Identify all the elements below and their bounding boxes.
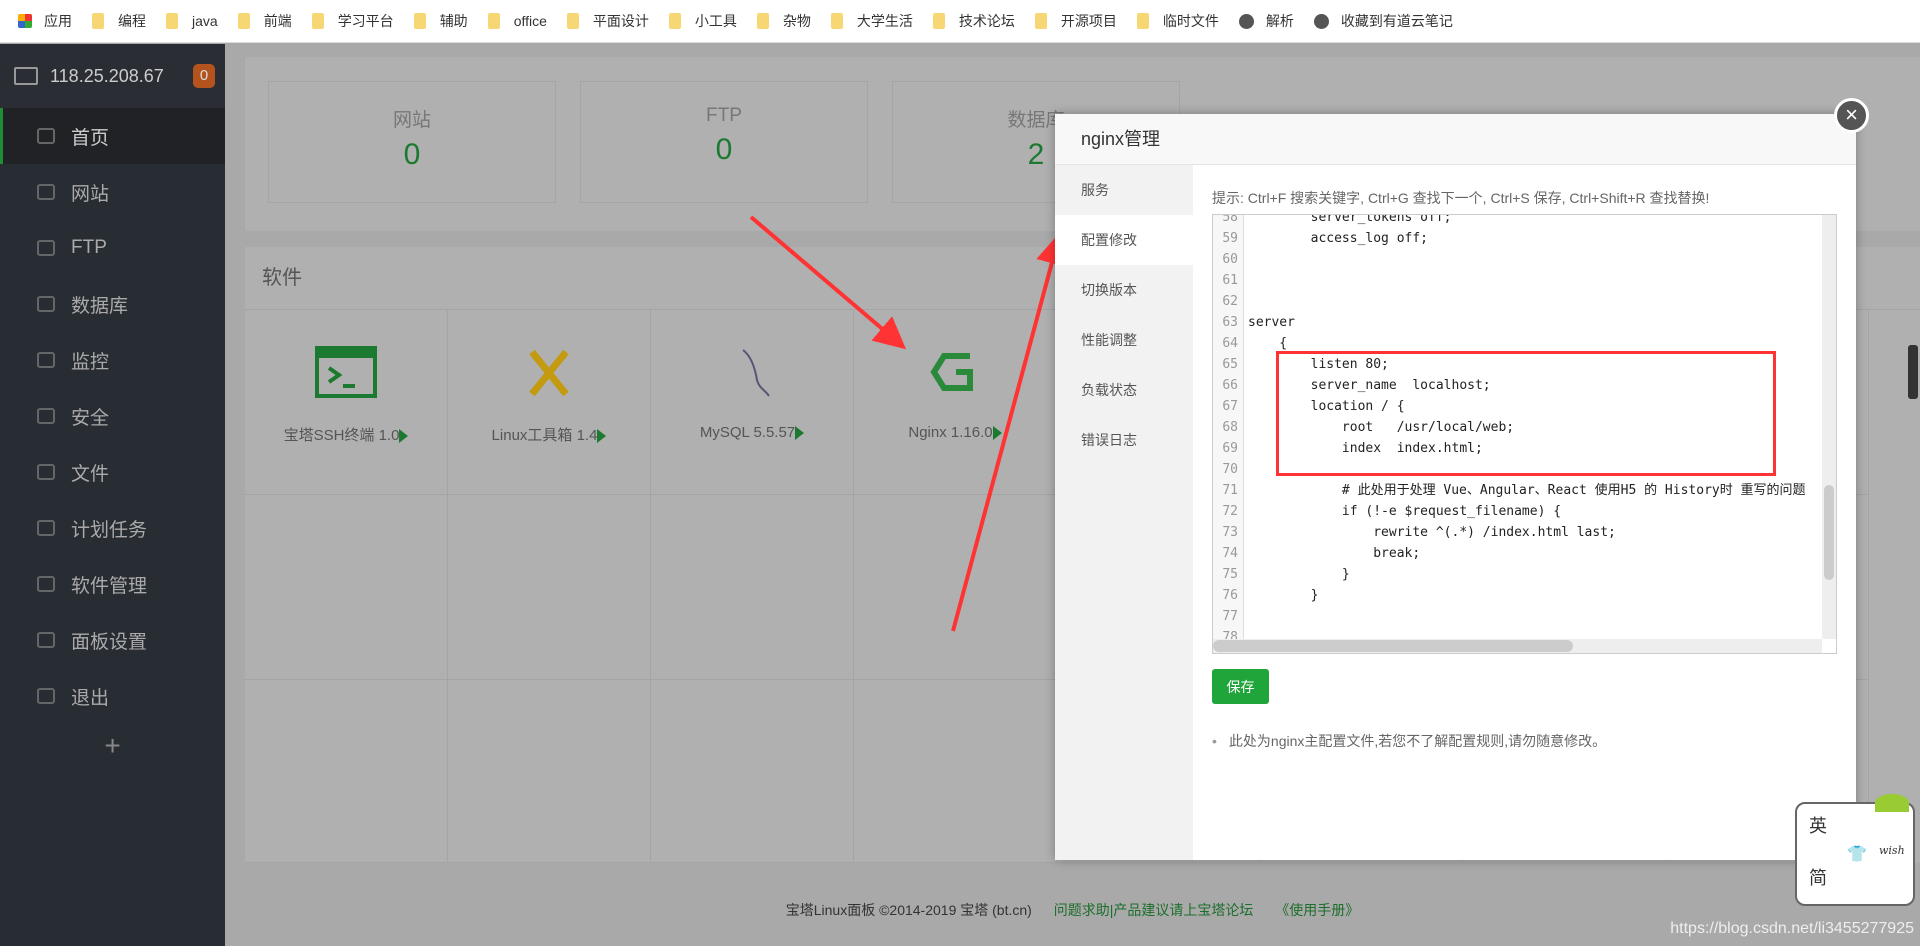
close-modal-button[interactable]: ×	[1834, 98, 1869, 133]
code-line: 77	[1213, 606, 1248, 627]
config-note: 此处为nginx主配置文件,若您不了解配置规则,请勿随意修改。	[1212, 731, 1606, 751]
code-line: 75 }	[1213, 564, 1350, 585]
line-number: 66	[1222, 378, 1238, 393]
code-line: 73 rewrite ^(.*) /index.html last;	[1213, 522, 1616, 543]
line-number: 67	[1222, 399, 1238, 414]
side-handle[interactable]	[1908, 345, 1918, 399]
line-text: access_log off;	[1248, 231, 1429, 246]
code-line: 72 if (!-e $request_filename) {	[1213, 501, 1561, 522]
line-text: {	[1248, 336, 1288, 351]
line-text: if (!-e $request_filename) {	[1248, 504, 1562, 519]
code-line: 74 break;	[1213, 543, 1420, 564]
modal-title: nginx管理	[1055, 114, 1856, 165]
vertical-scrollbar[interactable]	[1822, 215, 1836, 639]
line-number: 70	[1222, 462, 1238, 477]
modal-tab[interactable]: 配置修改	[1055, 215, 1193, 265]
code-line: 58 server_tokens off;	[1213, 214, 1452, 228]
code-line: 60	[1213, 249, 1248, 270]
code-line: 61	[1213, 270, 1248, 291]
line-text	[1242, 462, 1248, 477]
line-text: }	[1248, 588, 1319, 603]
line-text: server	[1248, 315, 1295, 330]
nginx-modal: nginx管理 服务 配置修改 切换版本 性能调整 负载状态 错误日志 提示: Ctrl+…	[1055, 114, 1856, 860]
code-line: 70	[1213, 459, 1248, 480]
line-number: 75	[1222, 567, 1238, 582]
line-text: rewrite ^(.*) /index.html last;	[1248, 525, 1616, 540]
line-text: server_tokens off;	[1248, 214, 1452, 225]
horizontal-scrollbar[interactable]	[1213, 639, 1822, 653]
ime-mode-top: 英	[1809, 816, 1827, 837]
highlight-box	[1276, 351, 1776, 476]
save-button[interactable]: 保存	[1212, 669, 1269, 704]
modal-tab[interactable]: 错误日志	[1055, 415, 1193, 465]
modal-tab[interactable]: 切换版本	[1055, 265, 1193, 315]
line-text	[1242, 252, 1248, 267]
line-number: 76	[1222, 588, 1238, 603]
line-text	[1242, 294, 1248, 309]
line-number: 61	[1222, 273, 1238, 288]
line-number: 59	[1222, 231, 1238, 246]
line-number: 72	[1222, 504, 1238, 519]
shirt-icon: 👕	[1847, 844, 1867, 863]
code-line: 62	[1213, 291, 1248, 312]
code-line: 71 # 此处用于处理 Vue、Angular、React 使用H5 的 His…	[1213, 480, 1806, 501]
arrow-to-config-tab	[951, 232, 1068, 632]
line-number: 58	[1222, 214, 1238, 225]
line-text: break;	[1248, 546, 1421, 561]
sprout-icon	[1875, 794, 1909, 812]
line-number: 62	[1222, 294, 1238, 309]
line-number: 68	[1222, 420, 1238, 435]
line-number: 73	[1222, 525, 1238, 540]
line-text: }	[1248, 567, 1350, 582]
editor-hint: 提示: Ctrl+F 搜索关键字, Ctrl+G 查找下一个, Ctrl+S 保…	[1212, 190, 1710, 206]
modal-tab[interactable]: 服务	[1055, 165, 1193, 215]
line-text	[1242, 273, 1248, 288]
line-number: 74	[1222, 546, 1238, 561]
line-number: 64	[1222, 336, 1238, 351]
line-number: 63	[1222, 315, 1238, 330]
ime-widget[interactable]: 英 简 👕 wish	[1795, 794, 1915, 906]
modal-tab[interactable]: 性能调整	[1055, 315, 1193, 365]
line-text: # 此处用于处理 Vue、Angular、React 使用H5 的 Histor…	[1248, 483, 1806, 498]
line-number: 77	[1222, 609, 1238, 624]
line-number: 65	[1222, 357, 1238, 372]
ime-mode-bottom: 简	[1809, 868, 1827, 889]
modal-tab[interactable]: 负载状态	[1055, 365, 1193, 415]
line-number: 60	[1222, 252, 1238, 267]
arrow-to-nginx	[749, 215, 907, 350]
line-number: 69	[1222, 441, 1238, 456]
brand-text: wish	[1879, 844, 1905, 857]
line-text	[1242, 609, 1248, 624]
code-line: 59 access_log off;	[1213, 228, 1428, 249]
code-line: 76 }	[1213, 585, 1318, 606]
code-line: 63 server	[1213, 312, 1295, 333]
line-number: 71	[1222, 483, 1238, 498]
